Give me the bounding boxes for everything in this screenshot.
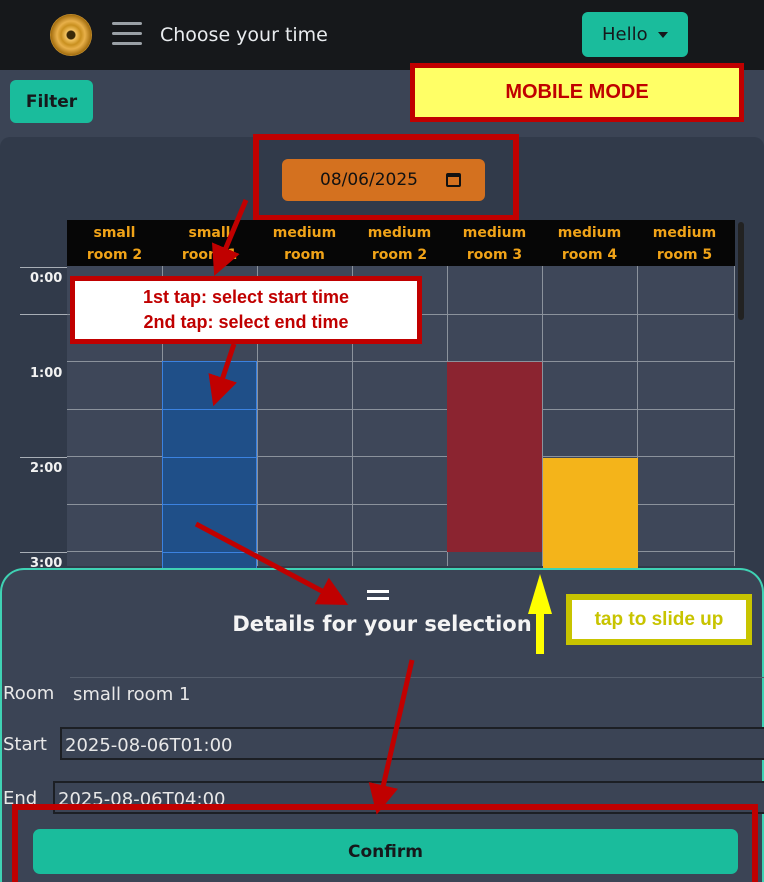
page-title: Choose your time — [160, 24, 328, 46]
booked-slot — [543, 458, 638, 573]
room-field: small room 1 — [70, 677, 764, 710]
time-label: 1:00 — [30, 366, 63, 381]
navbar: Choose your time Hello — [0, 0, 764, 70]
hour-tick — [20, 267, 67, 268]
room-header: small room 2 — [86, 225, 143, 263]
room-label: Room — [3, 683, 55, 704]
confirm-button[interactable]: Confirm — [33, 829, 738, 874]
date-annotation-box — [253, 134, 519, 221]
room-header: medium room 3 — [462, 225, 527, 263]
hour-tick — [20, 457, 67, 458]
mobile-mode-annotation: MOBILE MODE — [410, 63, 744, 122]
booked-slot — [447, 362, 542, 552]
hamburger-icon[interactable] — [112, 22, 142, 46]
start-field[interactable]: 2025-08-06T01:00 — [60, 727, 764, 760]
filter-button[interactable]: Filter — [10, 80, 93, 123]
start-label: Start — [3, 734, 47, 755]
vinyl-record-icon[interactable] — [50, 14, 92, 56]
slide-up-annotation: tap to slide up — [566, 594, 752, 645]
scrollbar[interactable] — [738, 222, 744, 320]
room-header: medium room 5 — [652, 225, 717, 263]
room-header: medium room 4 — [557, 225, 622, 263]
room-header: medium room 2 — [367, 225, 432, 263]
time-label: 0:00 — [30, 271, 63, 286]
tap-instruction-annotation: 1st tap: select start time 2nd tap: selec… — [70, 276, 422, 344]
selected-slot[interactable] — [162, 361, 257, 571]
drag-handle-icon[interactable] — [367, 590, 389, 600]
caret-down-icon — [658, 32, 668, 38]
user-menu-button[interactable]: Hello — [582, 12, 688, 57]
room-header-row: small room 2 small room 1 medium room mediu… — [67, 220, 735, 266]
user-menu-label: Hello — [602, 24, 648, 45]
time-label: 2:00 — [30, 461, 63, 476]
hour-tick — [20, 552, 67, 553]
room-header: medium room — [272, 225, 337, 263]
hour-tick — [20, 314, 67, 315]
room-header: small room 1 — [181, 225, 238, 263]
